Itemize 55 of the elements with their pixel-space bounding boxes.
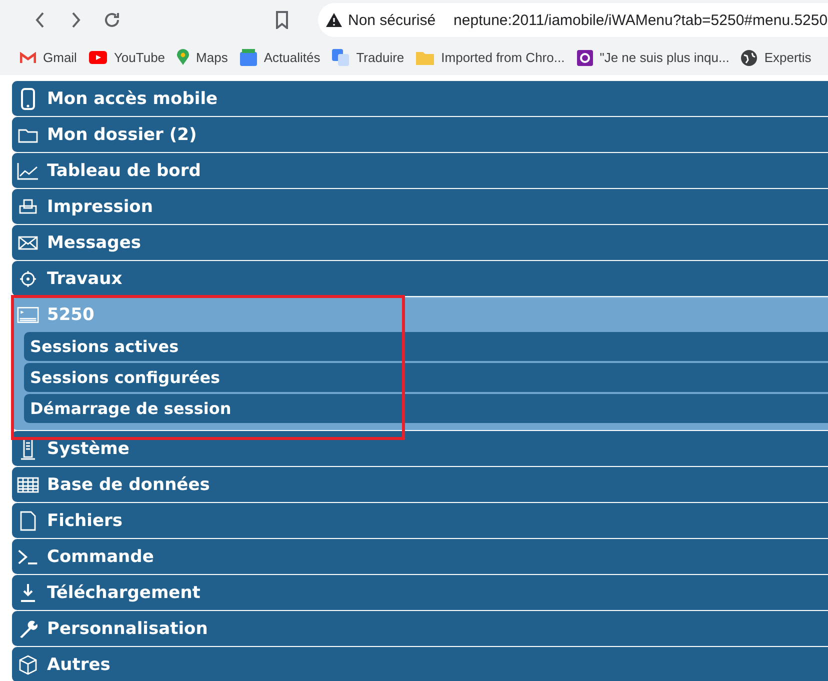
submenu-item[interactable]: Démarrage de session [24, 394, 828, 423]
submenu-item[interactable]: Sessions configurées [24, 363, 828, 392]
menu-item[interactable]: Personnalisation [12, 611, 828, 646]
bookmark-link[interactable]: Actualités [240, 49, 320, 66]
wrench-icon [18, 619, 38, 639]
submenu-item[interactable]: Sessions actives [24, 332, 828, 361]
reload-icon [103, 11, 121, 29]
server-icon [20, 438, 36, 460]
news-icon [240, 49, 257, 66]
menu-item[interactable]: Fichiers [12, 503, 828, 538]
printer-icon [19, 199, 37, 215]
terminal-screen-icon [17, 306, 39, 324]
download-icon [19, 583, 37, 603]
security-label: Non sécurisé [348, 12, 436, 28]
app-icon [576, 50, 593, 66]
menu-item[interactable]: Mon dossier (2) [12, 117, 828, 152]
bookmark-link[interactable]: Traduire [332, 49, 404, 66]
target-icon [19, 270, 37, 288]
bookmark-link[interactable]: YouTube [88, 50, 166, 65]
url-text: neptune:2011/iamobile/iWAMenu?tab=5250#menu.5250 [454, 12, 828, 28]
envelope-icon [18, 236, 38, 250]
play-icon [88, 51, 107, 64]
menu-item[interactable]: Téléchargement [12, 575, 828, 610]
prompt-icon [17, 548, 39, 566]
menu-item[interactable]: Base de données [12, 467, 828, 502]
bookmark-link[interactable]: Expertis [741, 50, 812, 66]
gmail-icon [20, 52, 36, 64]
menu-item[interactable]: Impression [12, 189, 828, 224]
chevron-left-icon [35, 12, 45, 28]
file-icon [20, 511, 36, 531]
bookmark-link[interactable]: Maps [177, 49, 228, 66]
cube-icon [19, 655, 37, 675]
menu-item[interactable]: Travaux [12, 261, 828, 296]
menu-item[interactable]: Tableau de bord [12, 153, 828, 188]
bookmark-link[interactable]: Imported from Chro... [416, 50, 565, 65]
menu-item[interactable]: Messages [12, 225, 828, 260]
warning-icon [326, 13, 342, 27]
bookmark-link[interactable]: Gmail [20, 50, 77, 65]
line-chart-icon [17, 162, 39, 180]
translate-icon [332, 49, 350, 66]
menu-item[interactable]: Autres [12, 647, 828, 681]
address-bar[interactable]: Non sécurisé neptune:2011/iamobile/iWAMenu?tab=5250#menu.5250 [318, 3, 828, 37]
menu-item[interactable]: Commande [12, 539, 828, 574]
menu-item[interactable]: Mon accès mobile [12, 81, 828, 116]
table-icon [17, 477, 39, 493]
folder-icon [18, 127, 38, 143]
bookmark-link[interactable]: "Je ne suis plus inqu... [576, 50, 730, 66]
menu-item[interactable]: 5250 Sessions actives Sessions configurées Démarrage de session [12, 297, 828, 430]
phone-icon [21, 88, 35, 110]
map-pin-icon [177, 49, 190, 66]
folder-icon [416, 50, 434, 64]
chevron-right-icon [71, 12, 81, 28]
bookmark-icon [275, 11, 289, 29]
menu-item[interactable]: Système [12, 431, 828, 466]
globe-icon [741, 50, 758, 66]
